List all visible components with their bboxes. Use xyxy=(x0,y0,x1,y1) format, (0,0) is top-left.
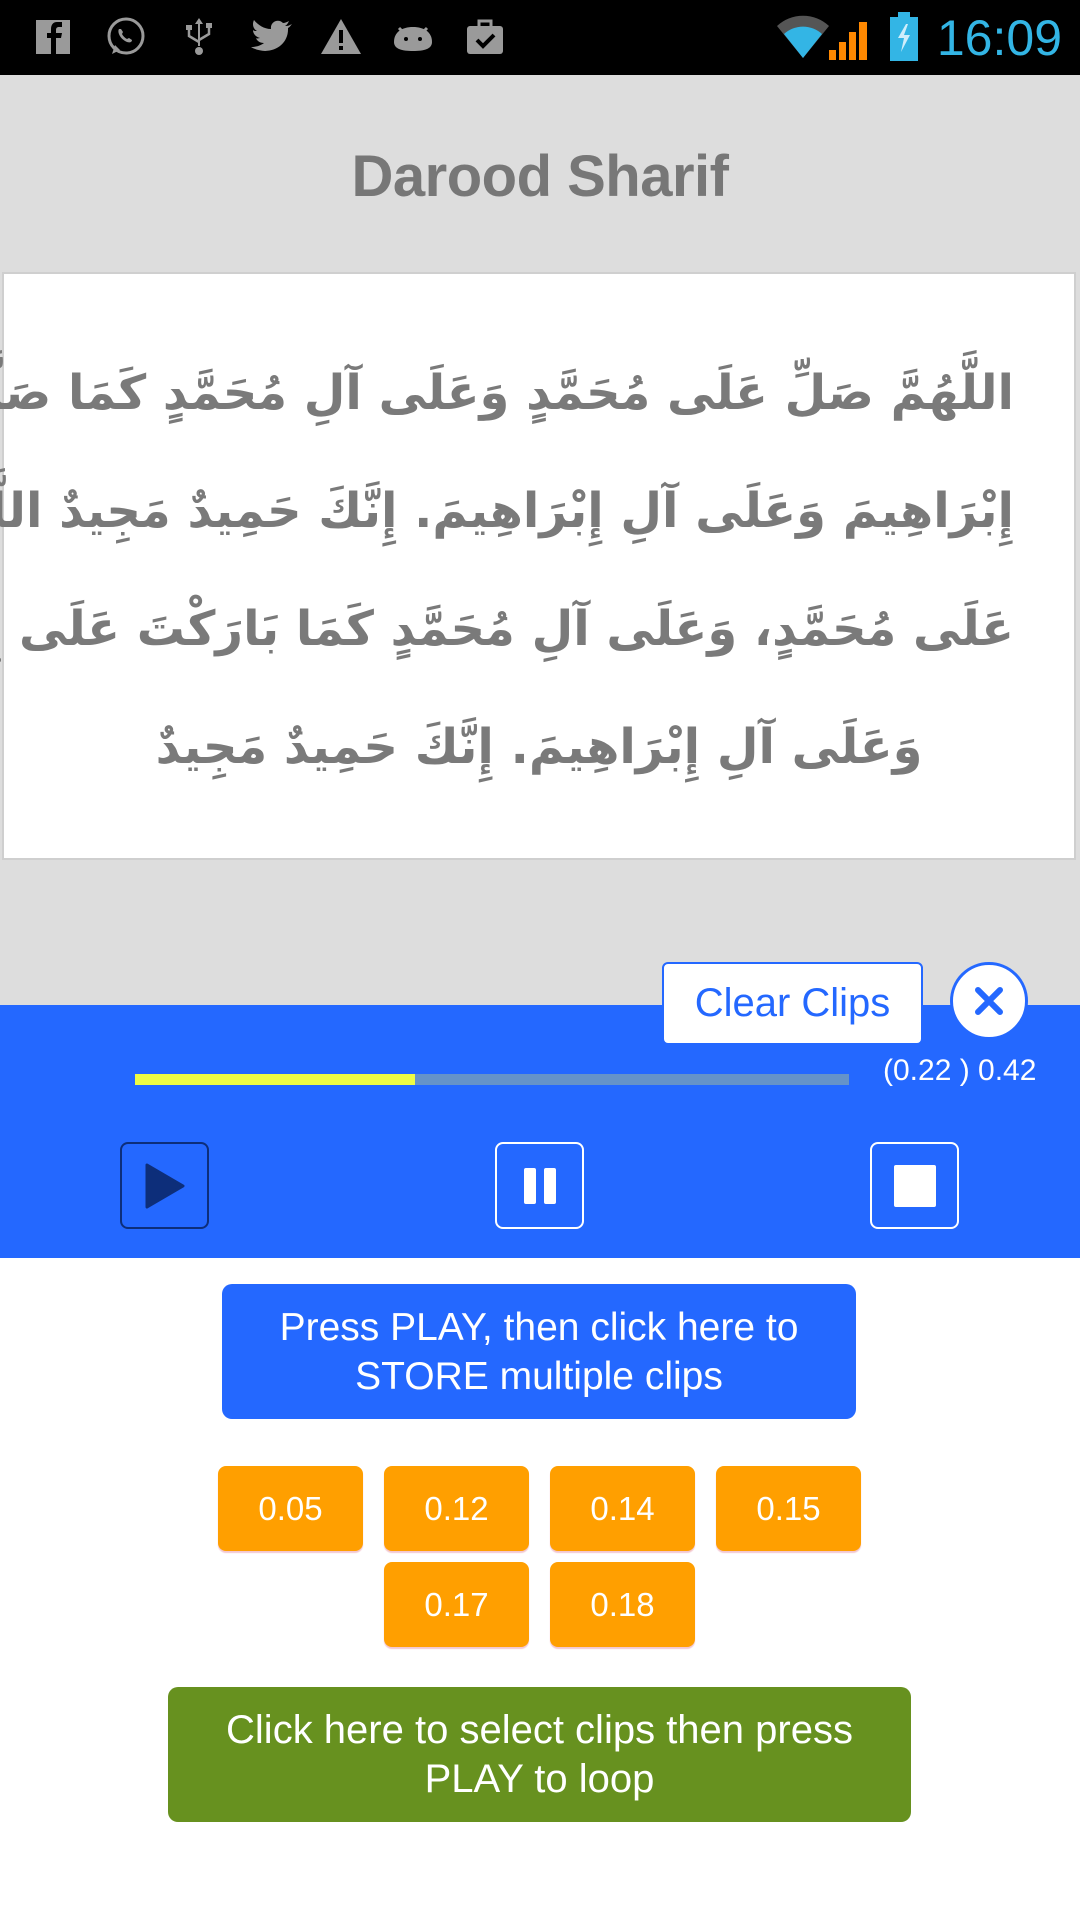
page-title: Darood Sharif xyxy=(351,144,730,209)
clip-button[interactable]: 0.15 xyxy=(716,1466,861,1551)
prayer-text-card: اللَّهُمَّ صَلِّ عَلَى مُحَمَّدٍ وَعَلَى… xyxy=(0,272,1076,860)
play-button[interactable] xyxy=(120,1142,209,1229)
clip-label: 0.18 xyxy=(590,1585,655,1623)
store-clips-label-line1: Press PLAY, then click here to xyxy=(279,1305,799,1349)
warning-icon xyxy=(321,19,361,54)
clear-clips-label: Clear Clips xyxy=(694,981,891,1025)
clip-button[interactable]: 0.14 xyxy=(550,1466,695,1551)
task-done-icon xyxy=(467,19,503,54)
store-clips-button[interactable]: Press PLAY, then click here to STORE mul… xyxy=(222,1284,856,1419)
loop-label-line1: Click here to select clips then press xyxy=(226,1707,853,1752)
pause-button[interactable] xyxy=(495,1142,584,1229)
loop-clips-button[interactable]: Click here to select clips then press PL… xyxy=(168,1687,911,1822)
close-button[interactable] xyxy=(950,962,1028,1040)
store-clips-label-line2: STORE multiple clips xyxy=(355,1354,723,1398)
cell-signal-icon xyxy=(827,14,873,60)
time-readout: (0.22 ) 0.42 xyxy=(883,1054,1037,1087)
progress-fill xyxy=(135,1074,415,1085)
stop-button[interactable] xyxy=(870,1142,959,1229)
clock: 16:09 xyxy=(936,10,1062,66)
clip-button[interactable]: 0.18 xyxy=(550,1562,695,1647)
clip-button[interactable]: 0.12 xyxy=(384,1466,529,1551)
wifi-icon xyxy=(777,15,829,59)
pause-icon xyxy=(523,1167,556,1204)
clip-label: 0.14 xyxy=(590,1489,655,1527)
progress-bar[interactable] xyxy=(135,1074,849,1085)
clip-label: 0.17 xyxy=(424,1585,489,1623)
clip-label: 0.12 xyxy=(424,1489,489,1527)
battery-charging-icon xyxy=(890,12,918,61)
status-bar: 16:09 xyxy=(0,0,1080,75)
close-icon xyxy=(975,987,1003,1015)
clip-button[interactable]: 0.17 xyxy=(384,1562,529,1647)
clip-label: 0.15 xyxy=(756,1489,821,1527)
whatsapp-icon xyxy=(107,17,145,55)
app-header: Darood Sharif xyxy=(0,75,1080,271)
clip-button[interactable]: 0.05 xyxy=(218,1466,363,1551)
facebook-icon xyxy=(36,20,70,54)
usb-icon xyxy=(186,18,212,55)
play-icon xyxy=(145,1163,184,1208)
arabic-line: إِبْرَاهِيمَ وَعَلَى آلِ إِبْرَاهِيمَ. إ… xyxy=(0,483,1014,539)
loop-label-line2: PLAY to loop xyxy=(424,1756,655,1801)
twitter-icon xyxy=(251,20,292,51)
clear-clips-button[interactable]: Clear Clips xyxy=(662,962,923,1045)
arabic-line: عَلَى مُحَمَّدٍ، وَعَلَى آلِ مُحَمَّدٍ ك… xyxy=(0,601,1014,657)
android-debug-icon xyxy=(394,26,432,51)
arabic-text: اللَّهُمَّ صَلِّ عَلَى مُحَمَّدٍ وَعَلَى… xyxy=(0,334,1014,806)
stop-icon xyxy=(893,1164,936,1207)
clip-label: 0.05 xyxy=(258,1489,323,1527)
arabic-line: وَعَلَى آلِ إِبْرَاهِيمَ. إِنَّكَ حَمِيد… xyxy=(155,719,923,775)
arabic-line: اللَّهُمَّ صَلِّ عَلَى مُحَمَّدٍ وَعَلَى… xyxy=(0,365,1014,421)
